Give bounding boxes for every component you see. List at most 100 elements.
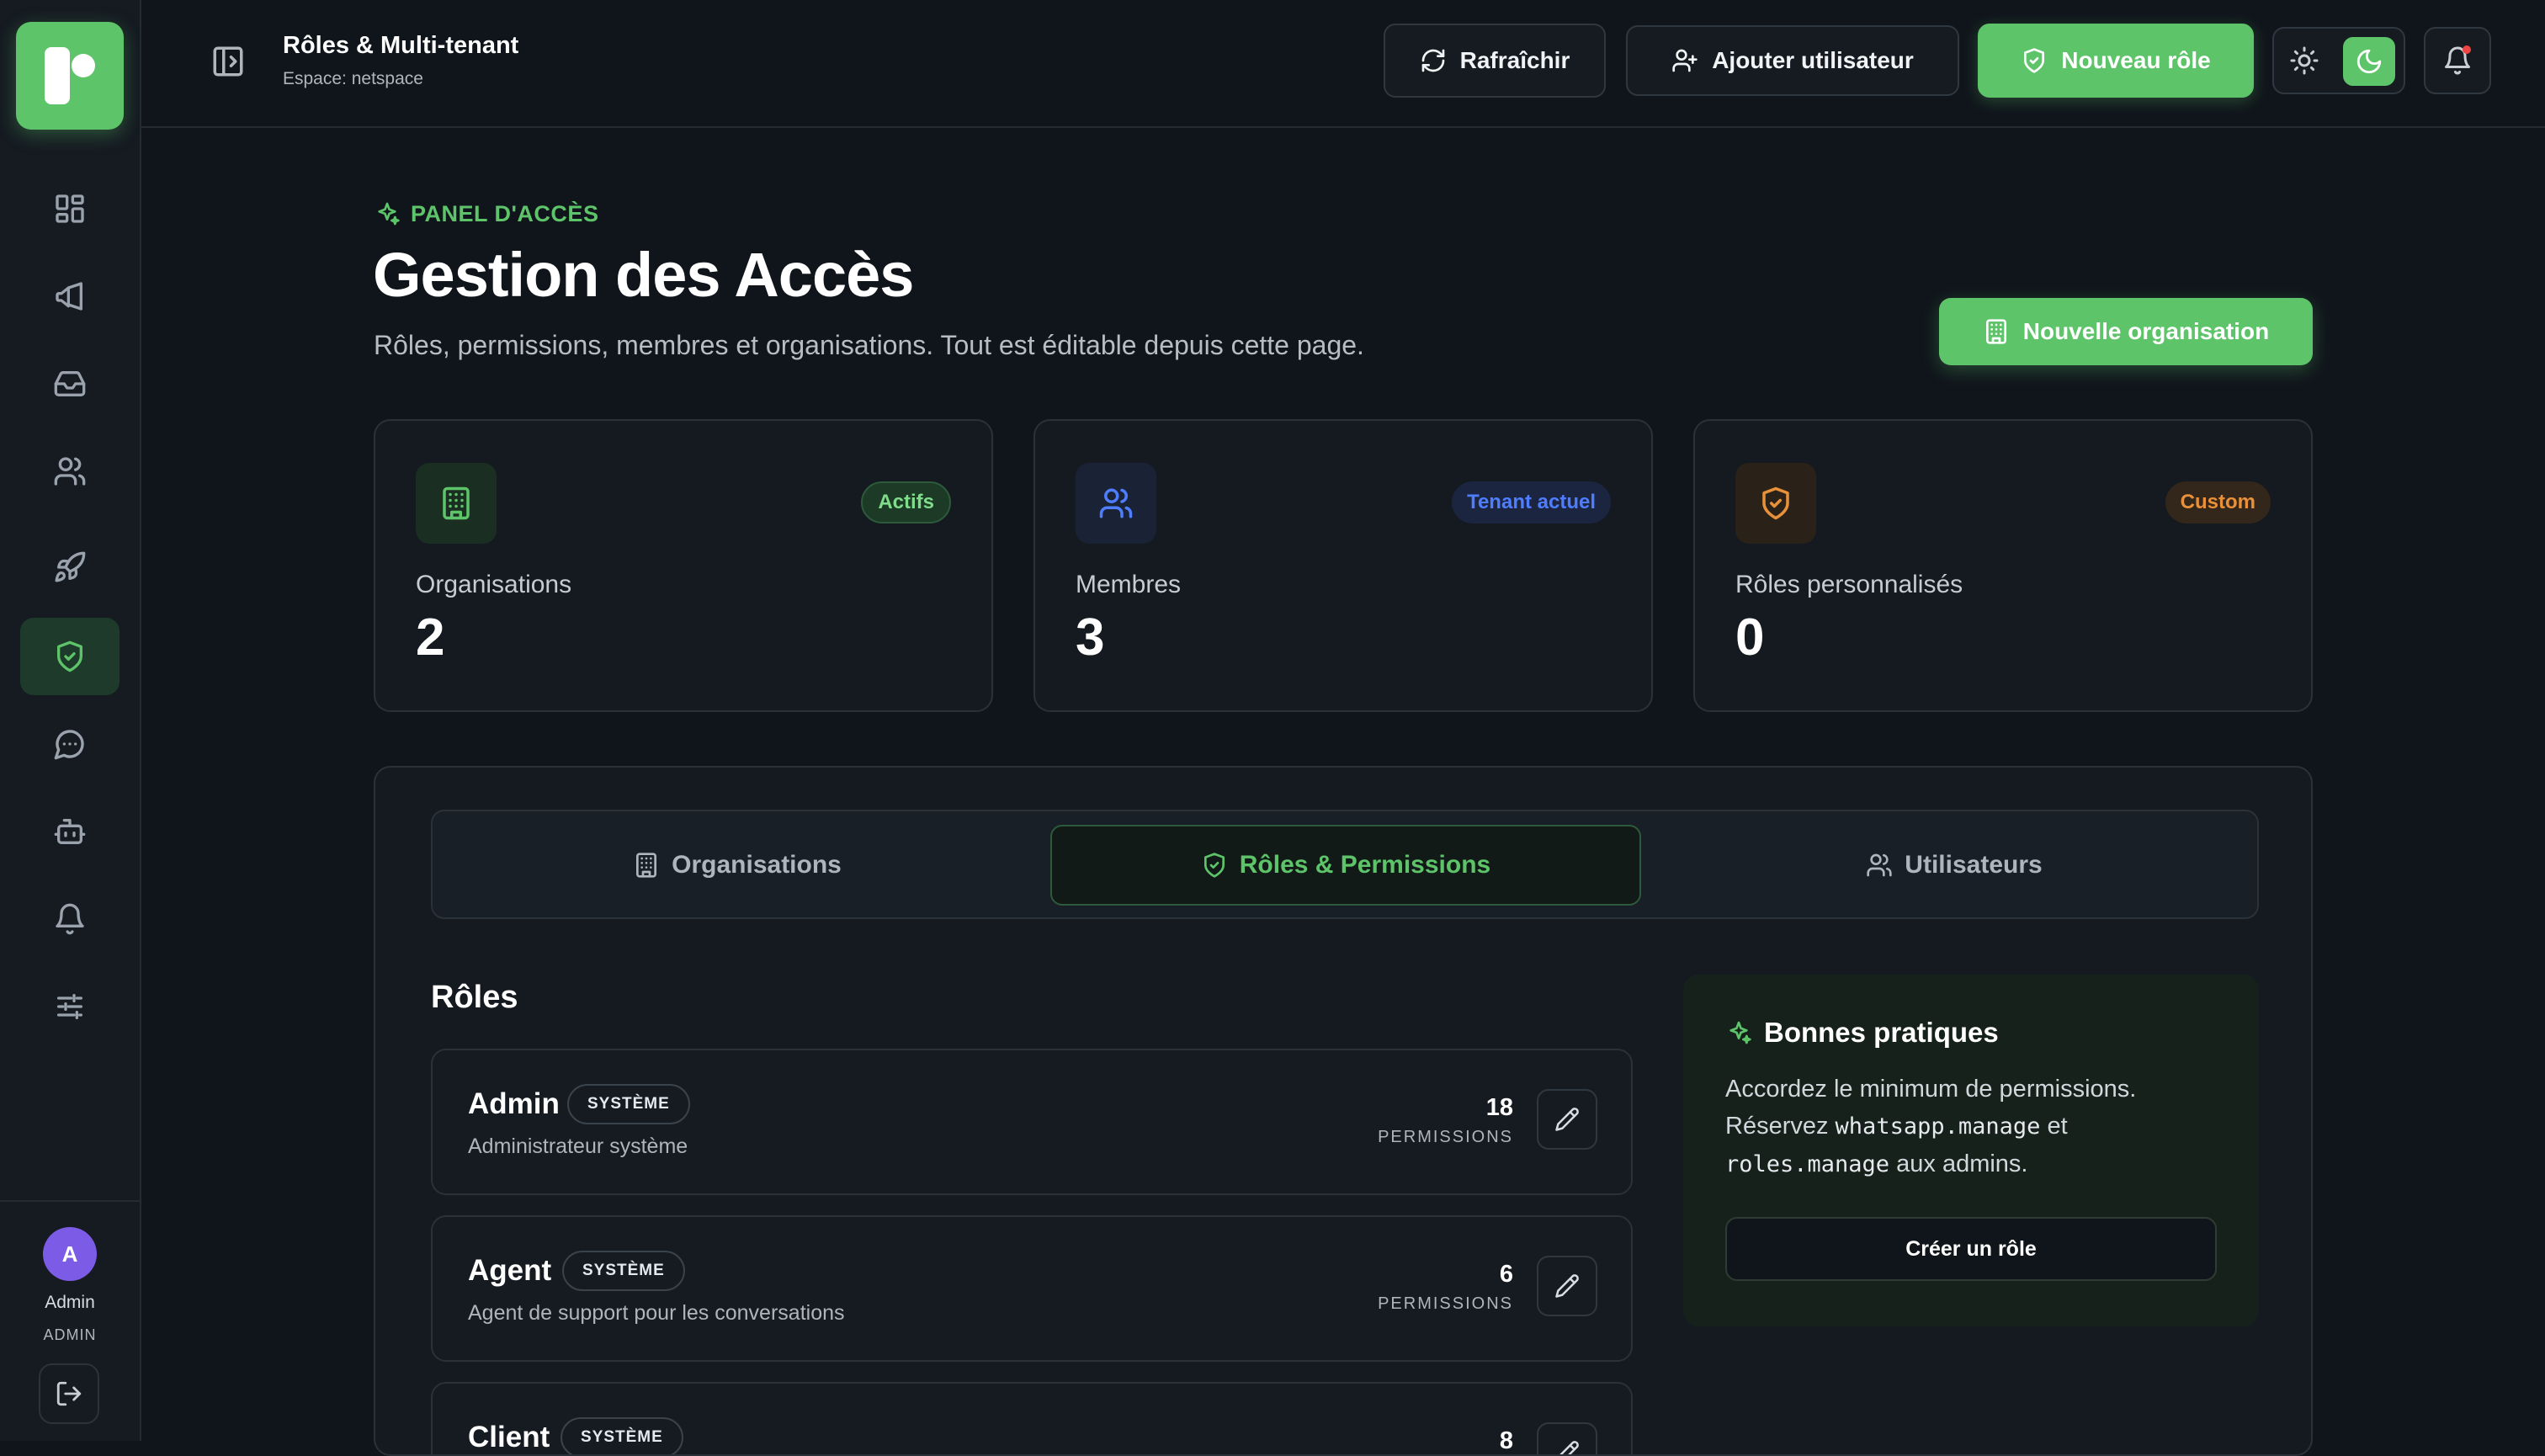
light-mode-button[interactable] (2289, 45, 2319, 76)
permission-count-label: PERMISSIONS (1378, 1294, 1513, 1313)
code-permission: whatsapp.manage (1835, 1113, 2041, 1140)
sidebar-item-settings[interactable] (20, 968, 120, 1045)
tab-organisations[interactable]: Organisations (443, 825, 1032, 906)
stat-label: Organisations (416, 571, 572, 598)
dashboard-icon (56, 194, 84, 223)
shield-check-icon (57, 640, 83, 672)
avatar[interactable]: A (43, 1227, 97, 1281)
sidebar-item-chat[interactable] (20, 705, 120, 783)
tips-title: Bonnes pratiques (1764, 1017, 1999, 1048)
page-title: Gestion des Accès (373, 240, 914, 310)
stat-label: Membres (1076, 571, 1182, 598)
sidebar-item-access[interactable] (20, 618, 120, 695)
inbox-icon (54, 371, 86, 396)
user-role: ADMIN (43, 1326, 97, 1343)
add-user-button[interactable]: Ajouter utilisateur (1626, 25, 1959, 96)
role-description: Agent de support pour les conversations (468, 1301, 845, 1325)
logout-button[interactable] (39, 1363, 99, 1424)
shield-check-icon (1203, 853, 1225, 878)
role-card-agent[interactable]: Agent SYSTÈME Agent de support pour les … (431, 1215, 1633, 1362)
permission-count: 18 (1485, 1094, 1513, 1121)
app-logo[interactable] (16, 22, 124, 130)
tab-bar: Organisations Rôles & Permissions Utilis… (431, 810, 2259, 919)
role-card-admin[interactable]: Admin SYSTÈME Administrateur système 18 … (431, 1049, 1633, 1195)
notification-dot (2463, 45, 2471, 54)
stat-value: 0 (1735, 608, 1765, 667)
eyebrow-label: PANEL D'ACCÈS (411, 200, 599, 226)
page-header-title: Rôles & Multi-tenant (283, 32, 519, 59)
tips-text: Accordez le minimum de permissions. Rése… (1725, 1071, 2230, 1183)
stat-icon-wrap (416, 463, 497, 544)
sidebar: A Admin ADMIN (0, 0, 141, 1441)
theme-toggle[interactable] (2272, 27, 2405, 94)
sidebar-item-contacts[interactable] (20, 433, 120, 510)
access-panel: Organisations Rôles & Permissions Utilis… (374, 766, 2313, 1456)
building-icon (636, 853, 657, 878)
panel-left-icon (213, 46, 243, 77)
permission-count: 8 (1499, 1427, 1513, 1454)
system-badge: SYSTÈME (561, 1417, 683, 1454)
edit-role-button[interactable] (1537, 1422, 1597, 1454)
building-icon (1985, 319, 2006, 344)
tips-line-2: Réservez whatsapp.manage et (1725, 1108, 2230, 1145)
sidebar-item-inbox[interactable] (20, 345, 120, 422)
shield-check-icon (1762, 486, 1789, 520)
sun-icon (2290, 46, 2319, 75)
tab-users[interactable]: Utilisateurs (1660, 825, 2249, 906)
stat-icon-wrap (1076, 463, 1156, 544)
notifications-button[interactable] (2424, 27, 2491, 94)
moon-icon (2356, 49, 2382, 74)
user-plus-icon (1672, 49, 1698, 72)
permission-count-label: PERMISSIONS (1378, 1128, 1513, 1146)
role-card-client[interactable]: Client SYSTÈME 8 (431, 1382, 1633, 1454)
tab-label: Utilisateurs (1905, 851, 2043, 879)
sidebar-user: A Admin ADMIN (0, 1200, 140, 1441)
sliders-icon (57, 994, 83, 1019)
bell-icon (56, 903, 84, 935)
create-role-button[interactable]: Créer un rôle (1725, 1217, 2217, 1281)
best-practices-card: Bonnes pratiques Accordez le minimum de … (1683, 975, 2259, 1326)
logout-icon (56, 1381, 82, 1406)
system-badge: SYSTÈME (567, 1084, 690, 1124)
tab-label: Rôles & Permissions (1239, 851, 1491, 879)
status-badge: Actifs (861, 481, 951, 523)
page-description: Rôles, permissions, membres et organisat… (374, 330, 1364, 360)
sidebar-toggle-button[interactable] (210, 44, 246, 79)
stat-icon-wrap (1735, 463, 1816, 544)
new-role-label: Nouveau rôle (2061, 47, 2211, 73)
top-bar: Rôles & Multi-tenant Espace: netspace Ra… (141, 0, 2545, 128)
sidebar-item-campaigns[interactable] (20, 258, 120, 335)
sidebar-item-bots[interactable] (20, 793, 120, 870)
status-badge: Tenant actuel (1452, 481, 1611, 523)
role-description: Administrateur système (468, 1135, 688, 1158)
new-organization-button[interactable]: Nouvelle organisation (1939, 298, 2313, 365)
tab-roles-permissions[interactable]: Rôles & Permissions (1050, 825, 1641, 906)
megaphone-icon (56, 282, 83, 311)
workspace-label: Espace: netspace (283, 69, 423, 88)
new-organization-label: Nouvelle organisation (2022, 318, 2270, 344)
tips-heading: Bonnes pratiques (1725, 1017, 1999, 1049)
users-icon (54, 457, 86, 486)
chat-icon (54, 730, 84, 760)
sparkles-icon (1729, 1021, 1751, 1044)
dark-mode-button[interactable] (2343, 37, 2395, 86)
bot-icon (54, 819, 86, 844)
roles-section-title: Rôles (431, 980, 518, 1015)
edit-role-button[interactable] (1537, 1089, 1597, 1150)
new-role-button[interactable]: Nouveau rôle (1978, 24, 2254, 98)
logo-icon (45, 47, 95, 104)
refresh-button[interactable]: Rafraîchir (1384, 24, 1606, 98)
role-name: Agent (468, 1254, 552, 1287)
users-icon (1099, 488, 1133, 518)
code-permission: roles.manage (1725, 1151, 1890, 1177)
sidebar-item-launch[interactable] (20, 529, 120, 606)
tips-text-part: aux admins. (1889, 1150, 2028, 1177)
role-name: Client (468, 1421, 550, 1453)
refresh-icon (1421, 49, 1444, 72)
sidebar-item-notifications[interactable] (20, 880, 120, 958)
stat-card-organisations: Actifs Organisations 2 (374, 419, 993, 712)
sidebar-item-dashboard[interactable] (20, 170, 120, 247)
permission-count: 6 (1499, 1261, 1513, 1288)
edit-role-button[interactable] (1537, 1256, 1597, 1316)
status-badge: Custom (2165, 481, 2271, 523)
